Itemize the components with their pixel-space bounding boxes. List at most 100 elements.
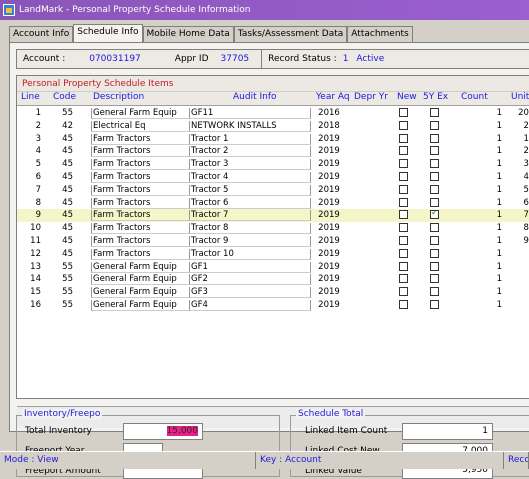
cell-year: 2019 [318, 146, 340, 157]
new-checkbox[interactable] [399, 108, 408, 117]
total-inventory-field[interactable]: 15,000 [123, 423, 203, 440]
col-header-line[interactable]: Line [21, 92, 40, 102]
table-row[interactable]: 15 55 General Farm Equip GF3 2019 1 [17, 286, 529, 299]
new-checkbox[interactable] [399, 299, 408, 309]
new-checkbox[interactable] [399, 159, 408, 169]
linked-item-count-label: Linked Item Count [305, 426, 388, 436]
cell-count: 1 [496, 274, 502, 285]
table-row[interactable]: 14 55 General Farm Equip GF2 2019 1 [17, 273, 529, 286]
cell-count: 1 [496, 210, 502, 221]
new-checkbox[interactable] [399, 197, 408, 207]
col-header-new[interactable]: New [397, 92, 417, 102]
cell-line: 15 [30, 287, 41, 298]
cell-desc: Farm Tractors [93, 133, 151, 144]
table-row[interactable]: 5 45 Farm Tractors Tractor 3 2019 1 3,0 [17, 158, 529, 171]
cell-line: 2 [35, 120, 41, 131]
status-mode: Mode : View [0, 452, 256, 469]
table-row[interactable]: 13 55 General Farm Equip GF1 2019 1 [17, 261, 529, 274]
col-header-depr-yr[interactable]: Depr Yr [354, 92, 388, 102]
cell-year: 2019 [318, 159, 340, 170]
five-year-exempt-checkbox[interactable] [430, 146, 439, 156]
five-year-exempt-checkbox[interactable] [430, 223, 439, 233]
five-year-exempt-checkbox[interactable] [430, 261, 439, 271]
cell-unit: 2,0 [523, 146, 529, 157]
cell-code: 45 [62, 146, 73, 157]
new-checkbox[interactable] [399, 274, 408, 284]
col-header-description[interactable]: Description [93, 92, 144, 102]
table-row[interactable]: 2 42 Electrical Eq NETWORK INSTALLS 2018 1 2,5 [17, 120, 529, 133]
total-inventory-label: Total Inventory [25, 426, 92, 436]
new-checkbox[interactable] [399, 223, 408, 233]
five-year-exempt-checkbox[interactable] [430, 287, 439, 297]
col-header-year-aq[interactable]: Year Aq [316, 92, 350, 102]
cell-desc: Farm Tractors [93, 159, 151, 170]
cell-line: 5 [35, 159, 41, 170]
five-year-exempt-checkbox[interactable] [430, 235, 439, 245]
table-row[interactable]: 10 45 Farm Tractors Tractor 8 2019 1 8,0 [17, 222, 529, 235]
table-row[interactable]: 16 55 General Farm Equip GF4 2019 1 [17, 299, 529, 312]
tab-schedule-info[interactable]: Schedule Info [73, 24, 143, 42]
table-row[interactable]: 9 45 Farm Tractors Tractor 7 2019 1 7,0 [17, 209, 529, 223]
cell-code: 45 [62, 235, 73, 246]
tab-tasks-assessment-data[interactable]: Tasks/Assessment Data [233, 26, 348, 42]
five-year-exempt-checkbox[interactable] [430, 210, 439, 220]
cell-code: 45 [62, 159, 73, 170]
cell-audit: Tractor 10 [191, 248, 234, 259]
table-row[interactable]: 1 55 General Farm Equip GF11 2016 1 20,0 [17, 107, 529, 120]
five-year-exempt-checkbox[interactable] [430, 274, 439, 284]
cell-desc: General Farm Equip [93, 299, 177, 310]
col-header-unit-cost[interactable]: Unit C [511, 92, 529, 102]
cell-audit: Tractor 8 [191, 223, 229, 234]
table-row[interactable]: 3 45 Farm Tractors Tractor 1 2019 1 1,0 [17, 133, 529, 146]
cell-line: 16 [30, 299, 41, 310]
new-checkbox[interactable] [399, 146, 408, 156]
title-bar: LandMark - Personal Property Schedule In… [0, 0, 529, 20]
new-checkbox[interactable] [399, 210, 408, 220]
five-year-exempt-checkbox[interactable] [430, 197, 439, 207]
new-checkbox[interactable] [399, 133, 408, 143]
five-year-exempt-checkbox[interactable] [430, 184, 439, 194]
new-checkbox[interactable] [399, 120, 408, 130]
col-header-count[interactable]: Count [461, 92, 488, 102]
tab-attachments[interactable]: Attachments [347, 26, 413, 42]
tab-mobile-home-data[interactable]: Mobile Home Data [142, 26, 234, 42]
table-row[interactable]: 4 45 Farm Tractors Tractor 2 2019 1 2,0 [17, 145, 529, 158]
five-year-exempt-checkbox[interactable] [430, 133, 439, 143]
new-checkbox[interactable] [399, 235, 408, 245]
cell-unit: 6,0 [523, 197, 529, 208]
five-year-exempt-checkbox[interactable] [430, 248, 439, 258]
new-checkbox[interactable] [399, 171, 408, 181]
table-row[interactable]: 11 45 Farm Tractors Tractor 9 2019 1 9,0 [17, 235, 529, 248]
cell-year: 2019 [318, 133, 340, 144]
table-row[interactable]: 7 45 Farm Tractors Tractor 5 2019 1 5,0 [17, 184, 529, 197]
new-checkbox[interactable] [399, 287, 408, 297]
new-checkbox[interactable] [399, 248, 408, 258]
table-row[interactable]: 12 45 Farm Tractors Tractor 10 2019 11, [17, 248, 529, 261]
col-header-audit-info[interactable]: Audit Info [233, 92, 277, 102]
five-year-exempt-checkbox[interactable] [430, 108, 439, 117]
cell-unit: 2,5 [523, 120, 529, 131]
table-row[interactable]: 6 45 Farm Tractors Tractor 4 2019 1 4,0 [17, 171, 529, 184]
five-year-exempt-checkbox[interactable] [430, 171, 439, 181]
cell-code: 45 [62, 133, 73, 144]
linked-item-count-field[interactable]: 1 [402, 423, 493, 440]
cell-year: 2019 [318, 210, 340, 221]
col-header-5y-ex[interactable]: 5Y Ex [423, 92, 448, 102]
cell-line: 13 [30, 261, 41, 272]
grid-title: Personal Property Schedule Items [17, 76, 529, 92]
cell-code: 45 [62, 248, 73, 259]
tab-account-info[interactable]: Account Info [9, 26, 74, 42]
col-header-code[interactable]: Code [53, 92, 76, 102]
five-year-exempt-checkbox[interactable] [430, 159, 439, 169]
cell-code: 55 [62, 287, 73, 298]
status-record: Reco [504, 452, 529, 469]
five-year-exempt-checkbox[interactable] [430, 299, 439, 309]
new-checkbox[interactable] [399, 184, 408, 194]
appr-id-value: 37705 [220, 54, 250, 64]
five-year-exempt-checkbox[interactable] [430, 120, 439, 130]
cell-desc: General Farm Equip [93, 287, 177, 298]
table-row[interactable]: 8 45 Farm Tractors Tractor 6 2019 1 6,0 [17, 197, 529, 210]
cell-code: 55 [62, 299, 73, 310]
new-checkbox[interactable] [399, 261, 408, 271]
total-inventory-value: 15,000 [166, 426, 198, 436]
